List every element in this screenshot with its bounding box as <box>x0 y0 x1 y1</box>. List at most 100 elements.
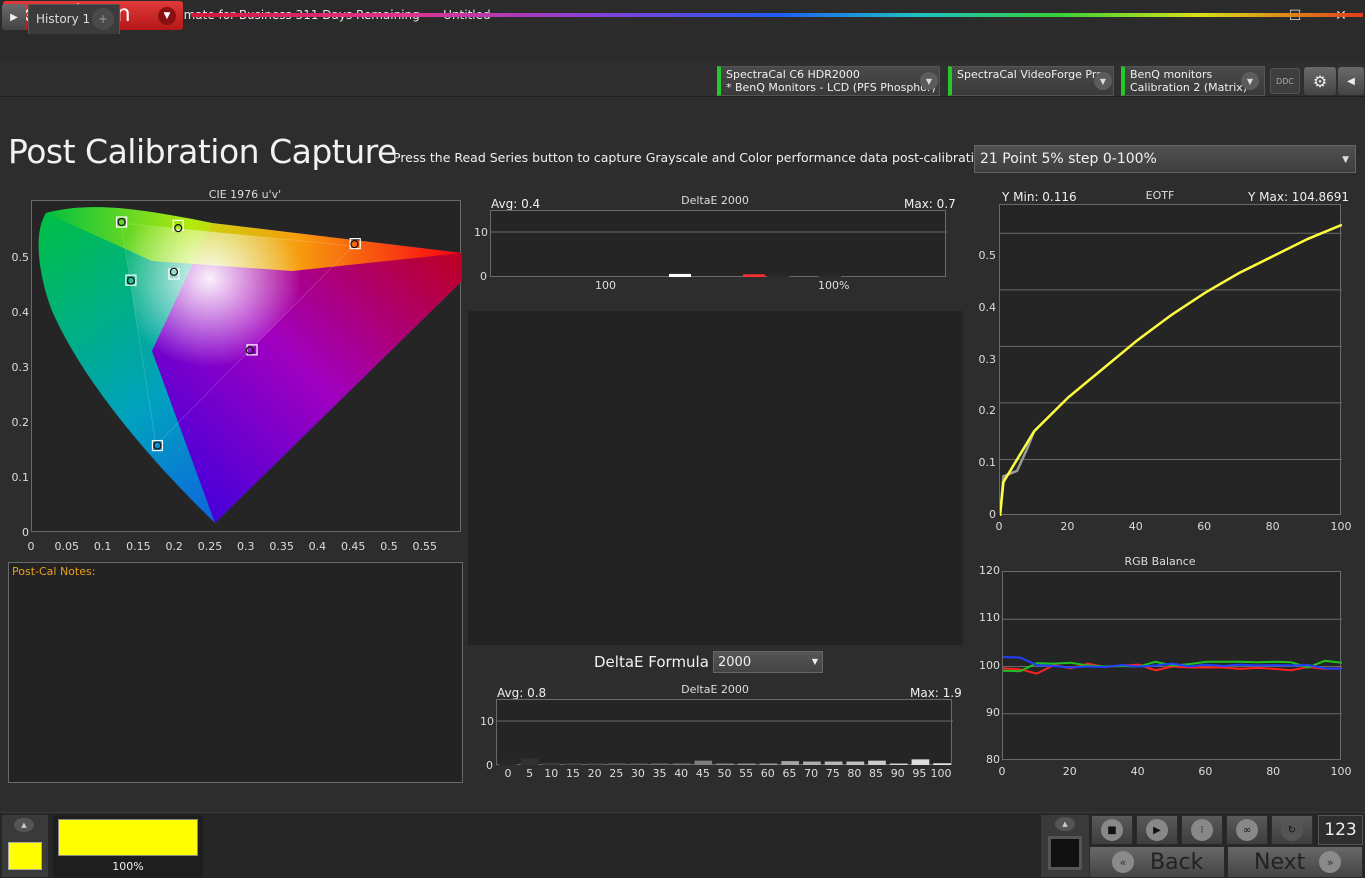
cie-x-tick: 0.05 <box>54 540 80 553</box>
cie-x-tick: 0 <box>27 540 35 553</box>
cie-y-tick: 0.1 <box>11 471 30 484</box>
deltae-top-xlabel: 100 <box>595 279 616 292</box>
rgb-x-tick: 20 <box>1062 765 1077 778</box>
cie-x-tick: 0.45 <box>340 540 366 553</box>
series-select[interactable]: 21 Point 5% step 0-100% ▼ <box>974 145 1356 173</box>
deltae-bottom-bar <box>911 759 930 765</box>
eotf-x-tick: 0 <box>995 520 1003 533</box>
cie-chart-plot <box>31 200 462 532</box>
back-button[interactable]: « Back <box>1089 846 1225 878</box>
chevron-left-icon: ◀ <box>1347 75 1355 87</box>
deltae-bottom-bar <box>846 761 865 765</box>
chevron-down-icon[interactable]: ▼ <box>1241 72 1259 90</box>
eotf-x-tick: 20 <box>1060 520 1075 533</box>
deltae-bottom-bars <box>499 758 951 765</box>
deltae-bottom-bar <box>803 761 821 765</box>
settings-button[interactable]: ⚙ <box>1304 67 1336 95</box>
rgb-x-tick: 40 <box>1130 765 1145 778</box>
deltae-top-bar <box>743 274 765 277</box>
refresh-icon: ↻ <box>1281 819 1303 841</box>
deltae-bottom-bar <box>759 763 778 765</box>
add-tab-button[interactable]: + <box>92 8 114 30</box>
rgb-balance-plot <box>1002 571 1342 760</box>
deltae-top-xlabel: 100% <box>818 279 850 292</box>
deltae-bottom-ytick: 10 <box>480 715 494 728</box>
collapse-panel-button[interactable]: ◀ <box>1338 67 1364 95</box>
rgb-x-tick: 80 <box>1266 765 1281 778</box>
instructions-text: Press the Read Series button to capture … <box>393 150 994 165</box>
rainbow-bar <box>191 13 1363 17</box>
source-device-box[interactable]: SpectraCal VideoForge Pro ▼ <box>948 66 1114 96</box>
page-title: Post Calibration Capture <box>8 132 397 171</box>
chevron-up-icon[interactable]: ▲ <box>14 818 34 832</box>
cie-chart-svg <box>38 207 462 523</box>
deltae-top-max: Max: 0.7 <box>904 197 956 211</box>
deltae-bottom-avg: Avg: 0.8 <box>497 686 547 700</box>
read-button[interactable]: ▶ <box>1136 815 1178 845</box>
chevron-up-icon[interactable]: ▲ <box>1055 817 1075 831</box>
rgb-balance-title: RGB Balance <box>1124 555 1196 568</box>
tab-label: History 1 <box>36 12 91 26</box>
rgb-y-tick: 110 <box>979 611 1000 625</box>
rgb-y-tick: 120 <box>979 564 1000 578</box>
chevron-down-icon[interactable]: ▼ <box>158 7 176 25</box>
eotf-y-tick: 0.2 <box>978 404 997 418</box>
deltae-bottom-bar <box>824 761 843 765</box>
refresh-button[interactable]: ↻ <box>1271 815 1313 845</box>
stop-button[interactable]: ■ <box>1091 815 1133 845</box>
deltae-bottom-bar <box>737 763 756 765</box>
rgb-x-tick: 100 <box>1330 765 1352 778</box>
rgb-x-tick: 60 <box>1198 765 1213 778</box>
deltae-bottom-bar <box>716 763 734 765</box>
deltae-bottom-bar <box>868 760 886 765</box>
deltae-bottom-bar <box>520 758 539 765</box>
cie-x-tick: 0.5 <box>380 540 398 553</box>
eotf-ymax: Y Max: 104.8691 <box>1248 190 1350 204</box>
eotf-x-tick: 40 <box>1128 520 1143 533</box>
ddc-button[interactable]: DDC <box>1270 68 1300 94</box>
numeric-display-button[interactable]: 123 <box>1318 815 1363 845</box>
cie-x-tick: 0.55 <box>412 540 438 553</box>
cie-y-tick: 0 <box>22 526 29 539</box>
deltae-bottom-bar <box>499 758 517 765</box>
chevron-down-icon[interactable]: ▼ <box>1094 72 1112 90</box>
cie-y-tick: 0.4 <box>11 306 30 319</box>
deltae-bottom-bar <box>629 763 647 765</box>
pattern-window-button[interactable] <box>1048 836 1082 870</box>
deltae-bottom-title: DeltaE 2000 <box>681 683 749 696</box>
eotf-x-tick: 80 <box>1265 520 1280 533</box>
chevron-down-icon[interactable]: ▼ <box>920 72 938 90</box>
tab-expand-button[interactable]: ▶ <box>2 4 26 30</box>
read-series-button[interactable]: ⁝ <box>1181 815 1223 845</box>
deltae-formula-label: DeltaE Formula <box>594 653 709 671</box>
cie-x-tick: 0.15 <box>126 540 151 553</box>
deltae-top-bar <box>767 275 789 277</box>
post-cal-notes[interactable]: Post-Cal Notes: <box>8 562 463 783</box>
infinity-icon: ∞ <box>1236 819 1258 841</box>
cie-y-tick: 0.2 <box>11 416 30 429</box>
eotf-title: EOTF <box>1145 189 1175 202</box>
deltae-bottom-max: Max: 1.9 <box>910 686 962 700</box>
eotf-ymin: Y Min: 0.116 <box>1002 190 1077 204</box>
eotf-plot <box>999 204 1342 516</box>
rgb-y-tick: 90 <box>986 705 1000 719</box>
source-name: SpectraCal VideoForge Pro <box>957 68 1103 81</box>
meter-profile: * BenQ Monitors - LCD (PFS Phosphor) <box>726 81 936 94</box>
deltae-formula-select[interactable]: 2000 ▼ <box>713 651 823 673</box>
play-arrow-icon: ▶ <box>10 11 18 23</box>
next-button[interactable]: Next » <box>1227 846 1363 878</box>
meter-device-box[interactable]: SpectraCal C6 HDR2000 * BenQ Monitors - … <box>717 66 940 96</box>
series-select-value: 21 Point 5% step 0-100% <box>980 151 1157 167</box>
deltae-bottom-bar <box>933 763 951 765</box>
target-color-swatch[interactable] <box>58 819 198 856</box>
deltae-top-svg <box>491 231 947 277</box>
cie-y-tick: 0.3 <box>11 361 30 374</box>
continuous-read-button[interactable]: ∞ <box>1226 815 1268 845</box>
current-color-swatch[interactable] <box>8 842 42 870</box>
eotf-y-tick: 0.4 <box>978 300 997 314</box>
meter-name: SpectraCal C6 HDR2000 <box>726 68 860 81</box>
display-device-box[interactable]: BenQ monitors Calibration 2 (Matrix) ▼ <box>1121 66 1265 96</box>
rgb-balance-svg <box>1003 618 1342 715</box>
deltae-top-ytick: 0 <box>480 270 487 283</box>
calman-window: Calman 2021 Calman Ultimate for Business… <box>0 0 1365 878</box>
